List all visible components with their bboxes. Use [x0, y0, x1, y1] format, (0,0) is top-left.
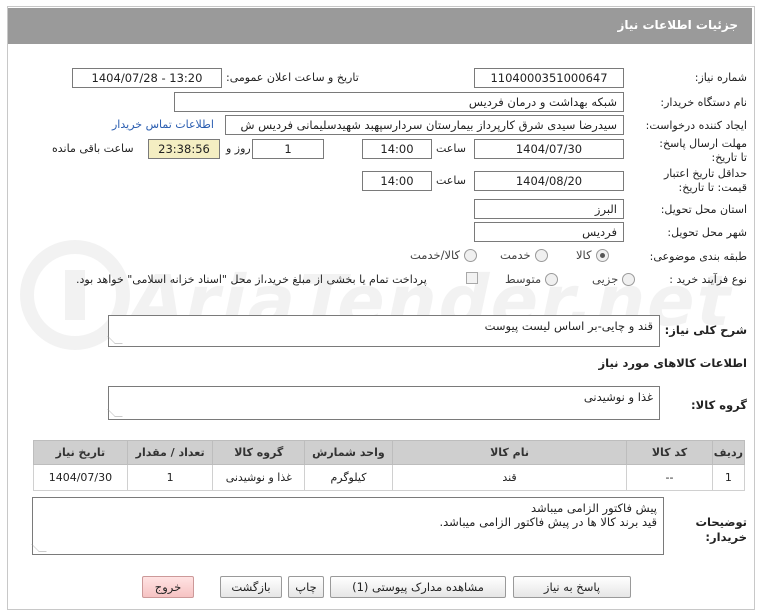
- buyer-notes-line-1: پیش فاکتور الزامی میباشد: [530, 501, 657, 515]
- category-label: طبقه بندی موضوعی:: [649, 250, 747, 263]
- category-option-service[interactable]: خدمت: [500, 248, 548, 262]
- province-field: البرز: [474, 199, 624, 219]
- resize-grip-icon[interactable]: [107, 336, 123, 344]
- creator-field: سیدرضا سیدی شرق کارپرداز بیمارستان سردار…: [225, 115, 624, 135]
- col-row: ردیف: [711, 440, 746, 465]
- buyer-notes-line-2: قید برند کالا ها در پیش فاکتور الزامی می…: [439, 515, 657, 529]
- radio-icon[interactable]: [622, 273, 636, 286]
- view-attachments-button[interactable]: مشاهده مدارک پیوستی (1): [330, 576, 506, 598]
- cell-code: --: [626, 464, 713, 491]
- resize-grip-icon[interactable]: [31, 544, 47, 552]
- city-label: شهر محل تحویل:: [667, 226, 747, 239]
- items-table: ردیف کد کالا نام کالا واحد شمارش گروه کا…: [33, 440, 746, 491]
- days-field: 1: [252, 139, 324, 159]
- cell-qty: 1: [126, 464, 214, 491]
- city-field: فردیس: [474, 222, 624, 242]
- goods-info-title: اطلاعات کالاهای مورد نیاز: [598, 356, 747, 370]
- radio-icon[interactable]: [534, 249, 548, 262]
- radio-icon[interactable]: [464, 249, 478, 262]
- validity-label: حداقل تاریخ اعتبار قیمت: تا تاریخ:: [663, 167, 747, 194]
- need-number-label: شماره نیاز:: [694, 71, 747, 84]
- col-date: تاریخ نیاز: [33, 440, 128, 465]
- buyer-label: نام دستگاه خریدار:: [660, 96, 747, 109]
- summary-value: قند و چایی-بر اساس لیست پیوست: [484, 319, 653, 333]
- radio-selected-icon[interactable]: [595, 249, 609, 262]
- process-label: نوع فرآیند خرید :: [669, 273, 747, 286]
- days-label: روز و: [226, 142, 251, 155]
- remaining-label: ساعت باقی مانده: [52, 142, 134, 155]
- cell-group: غذا و نوشیدنی: [212, 464, 306, 491]
- print-button[interactable]: چاپ: [288, 576, 324, 598]
- category-option-goods-service[interactable]: کالا/خدمت: [410, 248, 478, 262]
- reply-time-label: ساعت: [436, 142, 466, 155]
- buyer-contact-link[interactable]: اطلاعات تماس خریدار: [112, 118, 214, 131]
- page-header: جزئیات اطلاعات نیاز: [8, 8, 752, 44]
- cell-name: قند: [391, 464, 628, 491]
- col-name: نام کالا: [391, 440, 628, 465]
- col-group: گروه کالا: [212, 440, 306, 465]
- table-row: 1 -- قند کیلوگرم غذا و نوشیدنی 1 1404/07…: [33, 464, 746, 491]
- buyer-notes-label: توضیحات خریدار:: [695, 515, 748, 544]
- col-qty: تعداد / مقدار: [126, 440, 214, 465]
- treasury-checkbox[interactable]: [466, 272, 478, 284]
- reply-button[interactable]: پاسخ به نیاز: [513, 576, 631, 598]
- cell-unit: کیلوگرم: [304, 464, 393, 491]
- table-header-row: ردیف کد کالا نام کالا واحد شمارش گروه کا…: [33, 440, 746, 465]
- validity-date-field: 1404/08/20: [474, 171, 624, 191]
- summary-textarea: قند و چایی-بر اساس لیست پیوست: [107, 315, 660, 347]
- back-button[interactable]: بازگشت: [220, 576, 282, 598]
- process-option-medium[interactable]: متوسط: [505, 272, 559, 286]
- exit-button[interactable]: خروج: [142, 576, 194, 598]
- page-title: جزئیات اطلاعات نیاز: [617, 18, 738, 32]
- radio-icon[interactable]: [545, 273, 559, 286]
- goods-group-label: گروه کالا:: [691, 398, 747, 412]
- col-unit: واحد شمارش: [304, 440, 393, 465]
- need-number-field: 1104000351000647: [474, 68, 624, 88]
- buyer-field: شبکه بهداشت و درمان فردیس: [174, 92, 624, 112]
- reply-time-field: 14:00: [362, 139, 432, 159]
- validity-time-label: ساعت: [436, 174, 466, 187]
- payment-note: پرداخت تمام یا بخشی از مبلغ خرید،از محل …: [76, 273, 427, 286]
- reply-date-field: 1404/07/30: [474, 139, 624, 159]
- goods-group-textarea: غذا و نوشیدنی: [107, 386, 660, 420]
- cell-date: 1404/07/30: [33, 464, 128, 491]
- validity-time-field: 14:00: [362, 171, 432, 191]
- announce-field: 1404/07/28 - 13:20: [72, 68, 222, 88]
- col-code: کد کالا: [626, 440, 713, 465]
- reply-deadline-label: مهلت ارسال پاسخ: تا تاریخ:: [659, 137, 747, 164]
- process-option-minor[interactable]: جزیی: [592, 272, 636, 286]
- cell-row: 1: [711, 464, 746, 491]
- resize-grip-icon[interactable]: [107, 409, 123, 417]
- creator-label: ایجاد کننده درخواست:: [645, 119, 747, 132]
- summary-label: شرح کلی نیاز:: [664, 323, 747, 337]
- province-label: استان محل تحویل:: [660, 203, 747, 216]
- category-option-goods[interactable]: کالا: [576, 248, 609, 262]
- announce-label: تاریخ و ساعت اعلان عمومی:: [226, 71, 359, 84]
- goods-group-value: غذا و نوشیدنی: [583, 390, 653, 404]
- buyer-notes-textarea: پیش فاکتور الزامی میباشد قید برند کالا ه…: [31, 497, 664, 555]
- remaining-time-field: 23:38:56: [148, 139, 220, 159]
